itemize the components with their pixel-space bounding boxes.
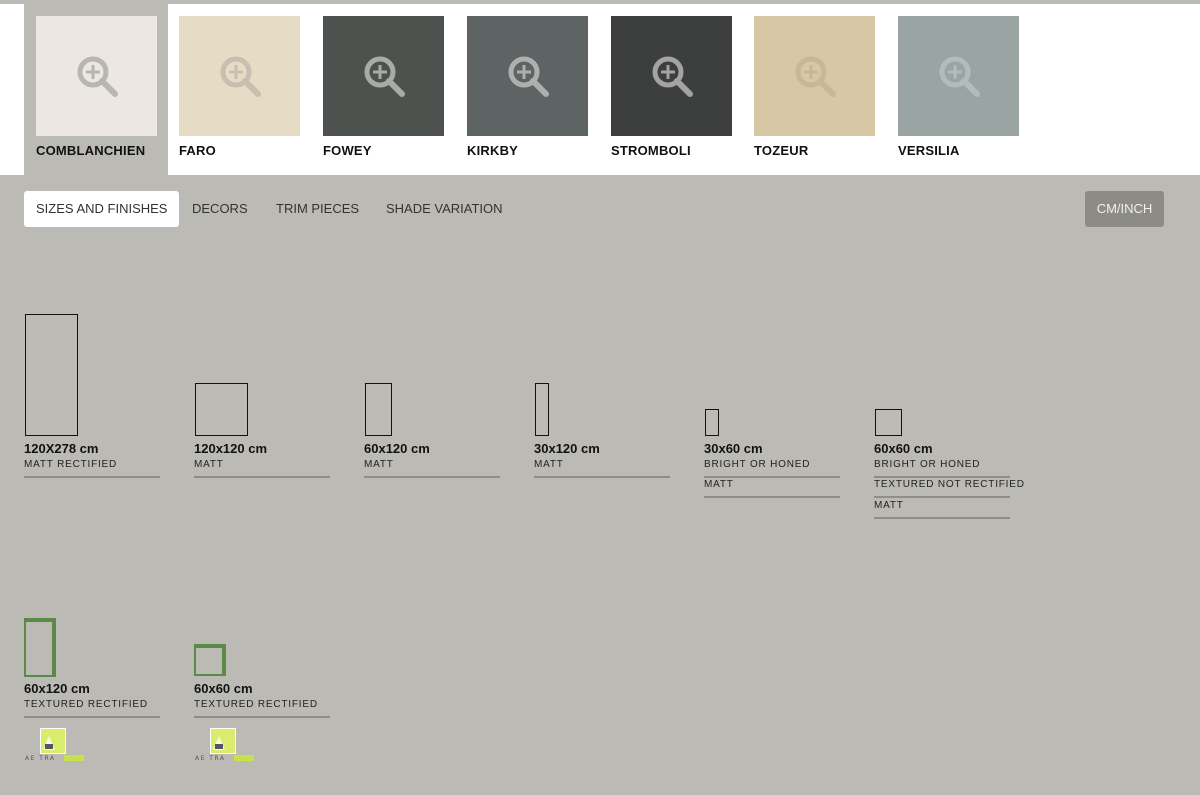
zoom-in-icon	[795, 56, 836, 97]
aextra-logo-graphic: AE TRA	[195, 728, 254, 762]
unit-toggle-button[interactable]: CM/INCH	[1085, 191, 1164, 227]
size-shape	[875, 409, 902, 436]
swatch-tile	[898, 16, 1019, 136]
swatch-fowey[interactable]: FOWEY	[311, 4, 455, 175]
swatch-name: VERSILIA	[898, 143, 960, 158]
finish-item[interactable]: BRIGHT OR HONED	[874, 458, 1010, 478]
size-shape	[25, 314, 78, 436]
size-label: 60x120 cm	[364, 441, 430, 456]
outdoor-tile-shape	[194, 644, 226, 676]
size-label: 60x120 cm	[24, 681, 90, 696]
swatch-name: FOWEY	[323, 143, 372, 158]
size-item-60x60-outdoor[interactable]: 60x60 cm TEXTURED RECTIFIED AE TRA	[194, 618, 330, 778]
logo-text: AE TRA	[195, 755, 226, 762]
swatch-tozeur[interactable]: TOZEUR	[742, 4, 886, 175]
finish-item[interactable]: MATT	[194, 458, 330, 478]
finish-item[interactable]: MATT	[364, 458, 500, 478]
size-item-120x120[interactable]: 120x120 cm MATT	[194, 314, 330, 514]
zoom-in-icon	[364, 56, 405, 97]
swatch-tile	[179, 16, 300, 136]
finish-item[interactable]: MATT	[704, 478, 840, 498]
finish-item[interactable]: TEXTURED NOT RECTIFIED	[874, 478, 1024, 498]
size-item-30x60[interactable]: 30x60 cm BRIGHT OR HONED MATT	[704, 314, 840, 514]
swatch-name: FARO	[179, 143, 216, 158]
swatch-versilia[interactable]: VERSILIA	[886, 4, 1030, 175]
size-shape	[195, 383, 248, 436]
swatch-name: TOZEUR	[754, 143, 809, 158]
outdoor-tile-shape	[24, 618, 56, 677]
aextra-logo-graphic: AE TRA	[25, 728, 84, 762]
aextra-logo: AE TRA	[24, 726, 86, 766]
color-swatch-strip: COMBLANCHIEN FARO FOWEY KIRKBY STROMBOLI…	[0, 4, 1200, 175]
size-item-60x60[interactable]: 60x60 cm BRIGHT OR HONED TEXTURED NOT RE…	[874, 314, 1024, 524]
aextra-logo: AE TRA	[194, 726, 256, 766]
swatch-tile	[754, 16, 875, 136]
swatch-faro[interactable]: FARO	[167, 4, 311, 175]
zoom-in-icon	[939, 56, 980, 97]
finish-item[interactable]: MATT	[534, 458, 670, 478]
tab-shade-variation[interactable]: SHADE VARIATION	[374, 191, 515, 227]
swatch-comblanchien[interactable]: COMBLANCHIEN	[24, 4, 168, 175]
tab-sizes-and-finishes[interactable]: SIZES AND FINISHES	[24, 191, 180, 227]
size-shape	[365, 383, 392, 436]
tab-trim-pieces[interactable]: TRIM PIECES	[264, 191, 371, 227]
swatch-kirkby[interactable]: KIRKBY	[455, 4, 599, 175]
swatch-name: STROMBOLI	[611, 143, 691, 158]
finish-item[interactable]: TEXTURED RECTIFIED	[194, 698, 330, 718]
finish-item[interactable]: MATT	[874, 499, 1010, 519]
tab-decors[interactable]: DECORS	[180, 191, 260, 227]
size-label: 120X278 cm	[24, 441, 99, 456]
swatch-tile	[323, 16, 444, 136]
size-label: 60x60 cm	[874, 441, 933, 456]
swatch-tile	[36, 16, 157, 136]
size-item-30x120[interactable]: 30x120 cm MATT	[534, 314, 670, 514]
finish-item[interactable]: TEXTURED RECTIFIED	[24, 698, 160, 718]
swatch-name: KIRKBY	[467, 143, 519, 158]
size-label: 30x120 cm	[534, 441, 600, 456]
swatch-tile	[611, 16, 732, 136]
finish-item[interactable]: BRIGHT OR HONED	[704, 458, 840, 478]
size-shape	[705, 409, 719, 436]
swatch-tile	[467, 16, 588, 136]
logo-text: AE TRA	[25, 755, 56, 762]
swatch-name: COMBLANCHIEN	[36, 143, 146, 158]
zoom-in-icon	[220, 56, 261, 97]
size-label: 60x60 cm	[194, 681, 253, 696]
finish-item[interactable]: MATT RECTIFIED	[24, 458, 160, 478]
size-shape	[535, 383, 549, 436]
size-item-60x120-outdoor[interactable]: 60x120 cm TEXTURED RECTIFIED AE TRA	[24, 618, 160, 778]
zoom-in-icon	[652, 56, 693, 97]
swatch-stromboli[interactable]: STROMBOLI	[599, 4, 743, 175]
size-item-60x120[interactable]: 60x120 cm MATT	[364, 314, 500, 514]
size-label: 120x120 cm	[194, 441, 268, 456]
zoom-in-icon	[508, 56, 549, 97]
size-item-120x278[interactable]: 120X278 cm MATT RECTIFIED	[24, 314, 160, 514]
zoom-in-icon	[77, 56, 118, 97]
size-label: 30x60 cm	[704, 441, 763, 456]
